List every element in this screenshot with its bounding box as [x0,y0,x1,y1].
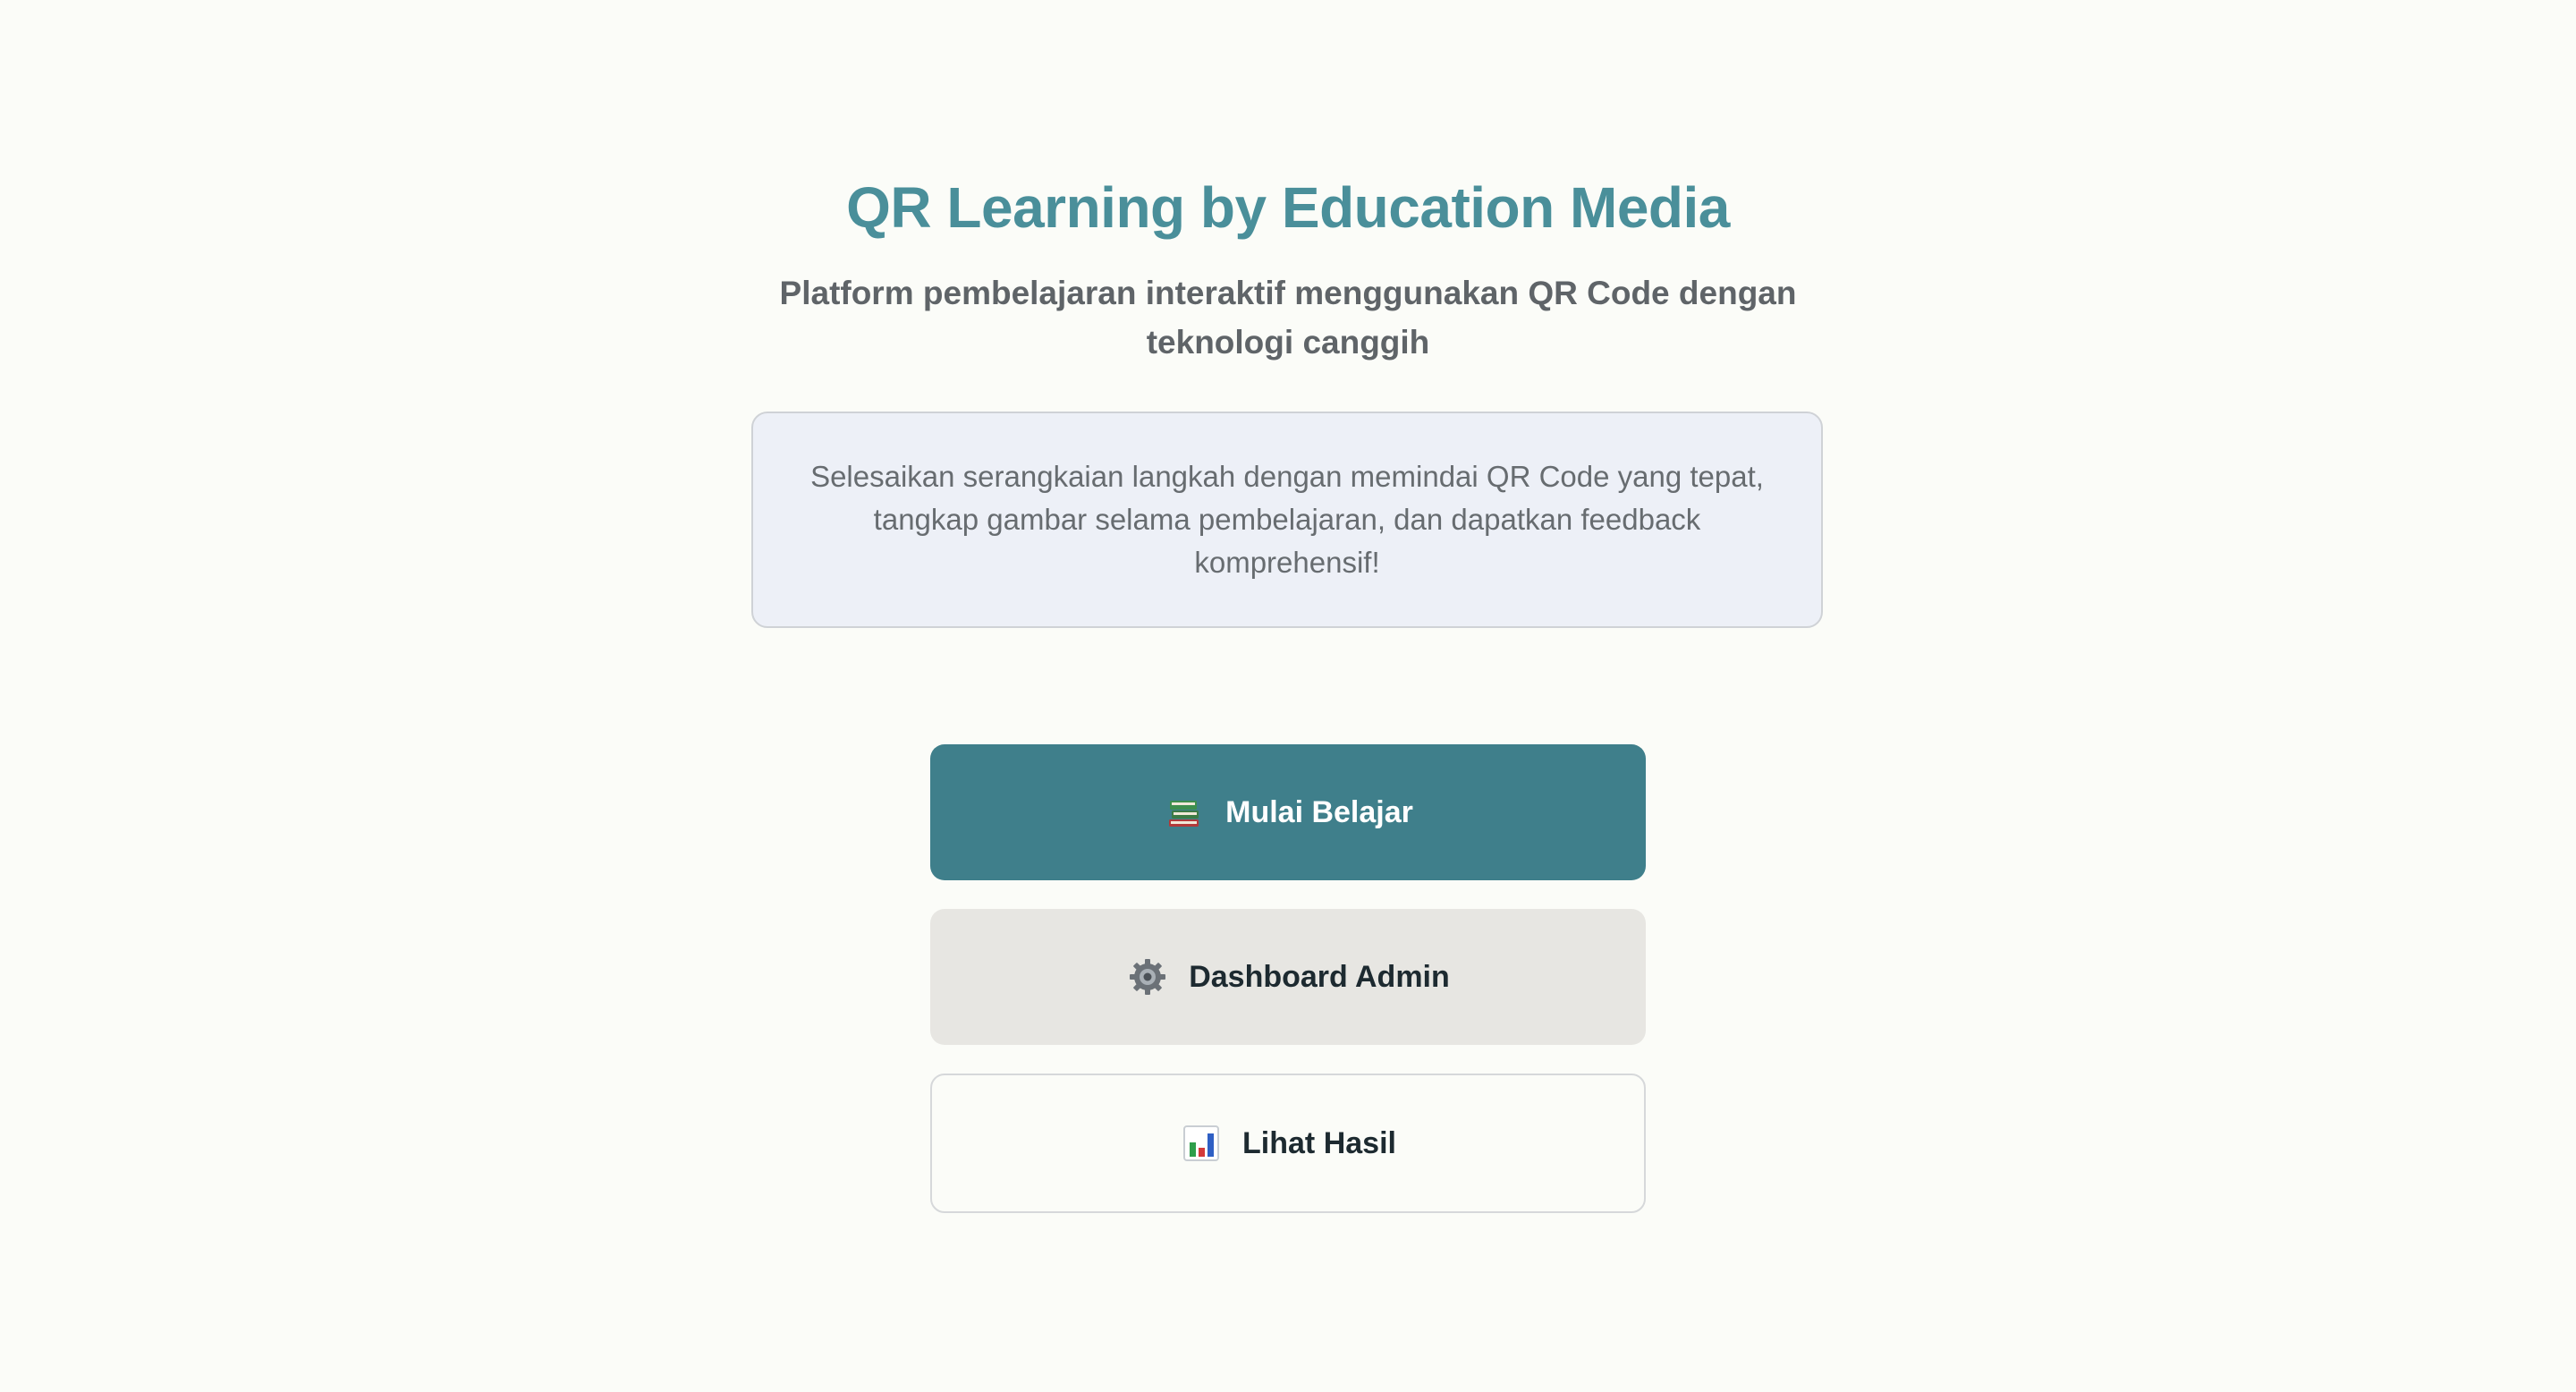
admin-dashboard-label: Dashboard Admin [1189,959,1450,994]
page-subtitle: Platform pembelajaran interaktif menggun… [779,275,1797,361]
view-results-button[interactable]: Lihat Hasil [930,1074,1646,1213]
start-learning-label: Mulai Belajar [1225,794,1413,829]
view-results-label: Lihat Hasil [1242,1125,1396,1160]
landing-page: QR Learning by Education Media Platform … [0,0,2576,1392]
books-icon [1163,791,1206,834]
info-box: Selesaikan serangkaian langkah dengan me… [751,412,1823,628]
bar-chart-icon [1180,1122,1223,1165]
info-text: Selesaikan serangkaian langkah dengan me… [810,460,1764,579]
gear-icon [1126,955,1169,998]
start-learning-button[interactable]: Mulai Belajar [930,744,1646,880]
admin-dashboard-button[interactable]: Dashboard Admin [930,909,1646,1045]
page-title: QR Learning by Education Media [846,175,1730,240]
